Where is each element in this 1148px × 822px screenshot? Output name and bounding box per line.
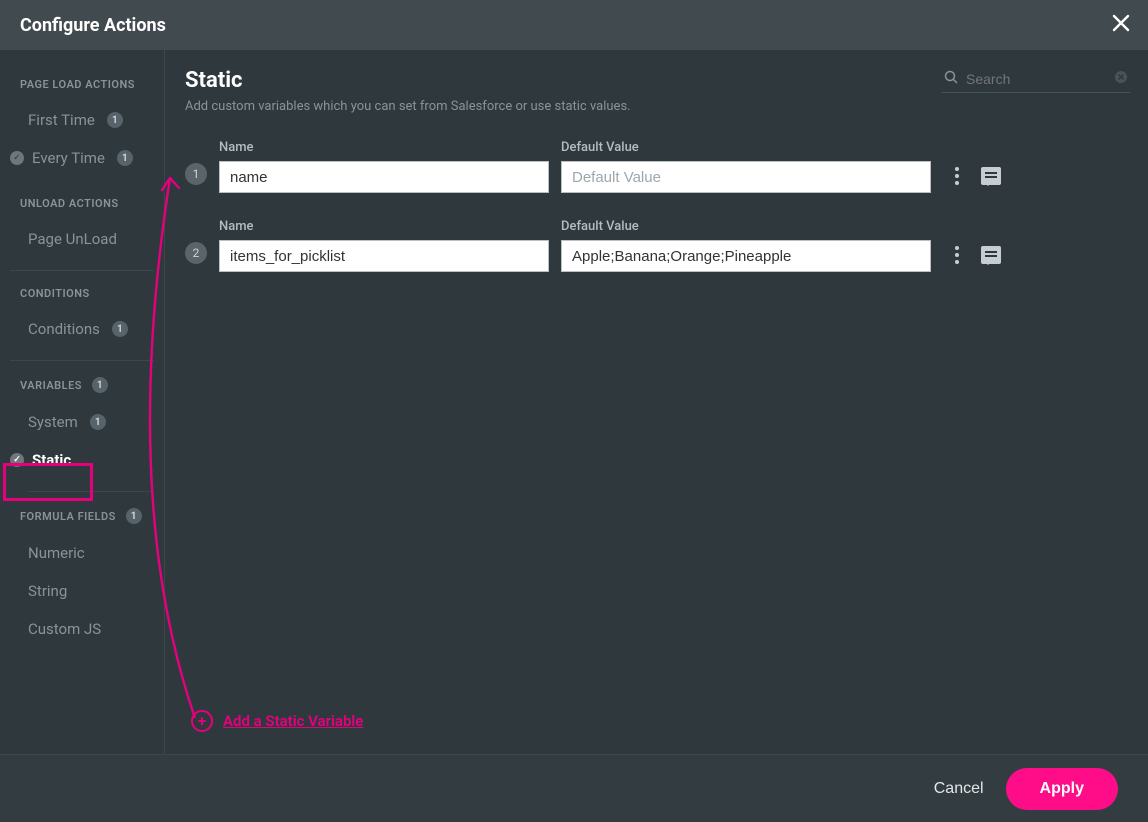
comment-icon[interactable] (981, 167, 1001, 185)
search-icon (944, 70, 958, 88)
sidebar-item-label: String (28, 582, 67, 600)
default-value-input[interactable] (561, 240, 931, 272)
sidebar-item-custom-js[interactable]: Custom JS (0, 610, 164, 648)
divider (10, 360, 154, 361)
sidebar-item-label: Conditions (28, 320, 100, 338)
count-badge: 1 (90, 414, 106, 430)
search-input[interactable] (966, 71, 1106, 87)
count-badge: 1 (117, 150, 133, 166)
sidebar-item-label: System (28, 413, 78, 431)
sidebar-header-label: FORMULA FIELDS (20, 510, 116, 523)
sidebar-item-conditions[interactable]: Conditions 1 (0, 310, 164, 348)
default-value-label: Default Value (561, 219, 931, 234)
dialog-title: Configure Actions (20, 15, 166, 36)
sidebar-item-label: Numeric (28, 544, 85, 562)
check-icon: ✓ (10, 453, 24, 467)
sidebar-item-every-time[interactable]: ✓ Every Time 1 (0, 139, 164, 177)
count-badge: 1 (92, 377, 108, 393)
count-badge: 1 (107, 112, 123, 128)
sidebar-header-label: VARIABLES (20, 379, 82, 392)
sidebar: PAGE LOAD ACTIONS First Time 1 ✓ Every T… (0, 50, 165, 754)
check-icon: ✓ (10, 151, 24, 165)
page-subtitle: Add custom variables which you can set f… (185, 99, 631, 114)
page-title: Static (185, 68, 631, 93)
name-input[interactable] (219, 240, 549, 272)
cancel-button[interactable]: Cancel (934, 780, 984, 798)
sidebar-item-label: First Time (28, 111, 95, 129)
default-value-label: Default Value (561, 140, 931, 155)
sidebar-item-label: Static (32, 451, 71, 469)
name-input[interactable] (219, 161, 549, 193)
comment-icon[interactable] (981, 246, 1001, 264)
row-number: 2 (185, 242, 207, 264)
search-wrap (942, 68, 1130, 93)
sidebar-item-first-time[interactable]: First Time 1 (0, 101, 164, 139)
sidebar-item-static[interactable]: ✓ Static (0, 441, 164, 479)
main-panel: Static Add custom variables which you ca… (165, 50, 1148, 754)
sidebar-header-page-load: PAGE LOAD ACTIONS (0, 70, 164, 101)
add-label: Add a Static Variable (223, 712, 363, 730)
add-static-variable-button[interactable]: + Add a Static Variable (185, 710, 1130, 732)
variable-row: 1 Name Default Value (185, 140, 1130, 193)
divider (10, 270, 154, 271)
footer: Cancel Apply (0, 754, 1148, 822)
titlebar: Configure Actions (0, 0, 1148, 50)
name-label: Name (219, 219, 549, 234)
sidebar-header-unload: UNLOAD ACTIONS (0, 189, 164, 220)
name-label: Name (219, 140, 549, 155)
row-number: 1 (185, 163, 207, 185)
count-badge: 1 (126, 508, 142, 524)
divider (28, 491, 154, 492)
row-menu-icon[interactable] (951, 242, 963, 268)
sidebar-header-formula: FORMULA FIELDS 1 (0, 500, 164, 534)
variable-row: 2 Name Default Value (185, 219, 1130, 272)
sidebar-item-page-unload[interactable]: Page UnLoad (0, 220, 164, 258)
default-value-input[interactable] (561, 161, 931, 193)
close-icon[interactable] (1112, 13, 1130, 37)
sidebar-item-label: Custom JS (28, 620, 101, 638)
count-badge: 1 (112, 321, 128, 337)
sidebar-header-variables: VARIABLES 1 (0, 369, 164, 403)
plus-icon: + (191, 710, 213, 732)
clear-search-icon[interactable] (1114, 70, 1128, 88)
row-menu-icon[interactable] (951, 163, 963, 189)
sidebar-item-numeric[interactable]: Numeric (0, 534, 164, 572)
sidebar-header-conditions: CONDITIONS (0, 279, 164, 310)
sidebar-item-string[interactable]: String (0, 572, 164, 610)
apply-button[interactable]: Apply (1006, 768, 1118, 810)
sidebar-item-label: Every Time (32, 149, 105, 167)
sidebar-item-label: Page UnLoad (28, 230, 117, 248)
sidebar-item-system[interactable]: System 1 (0, 403, 164, 441)
